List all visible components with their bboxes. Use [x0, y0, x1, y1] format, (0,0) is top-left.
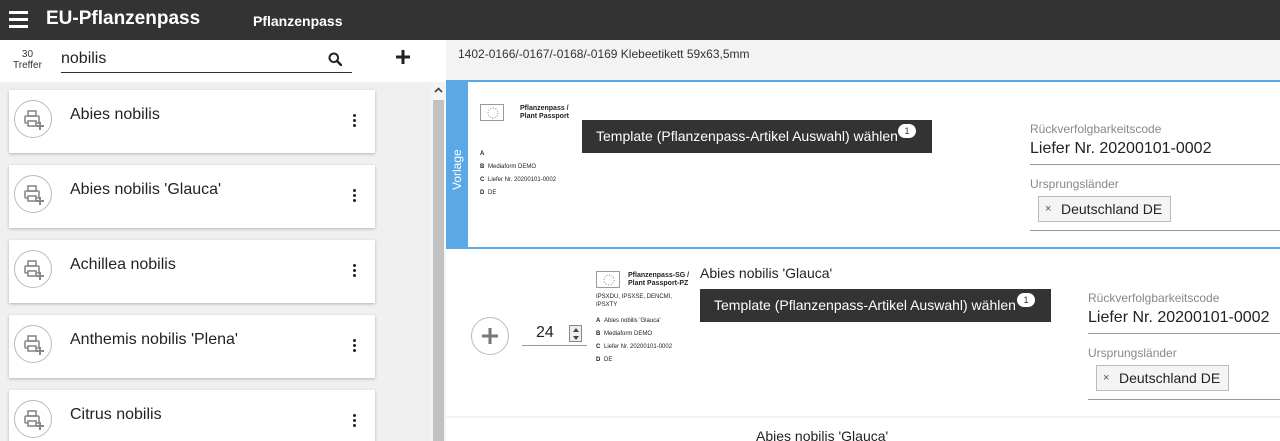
result-list: Abies nobilis Abies nobilis 'Glauca' Ach…: [0, 82, 431, 441]
origin-countries-label: Ursprungsländer: [1030, 177, 1119, 191]
print-add-icon: [24, 185, 44, 205]
page-title: Pflanzenpass: [253, 13, 343, 29]
label-preview-title: Pflanzenpass / Plant Passport: [520, 105, 569, 121]
list-item-name: Anthemis nobilis 'Plena': [70, 331, 238, 348]
more-options-icon[interactable]: [349, 414, 359, 430]
country-chip-label: Deutschland DE: [1119, 370, 1221, 386]
list-item[interactable]: Abies nobilis: [9, 90, 375, 153]
country-chip: × Deutschland DE: [1038, 196, 1172, 222]
label-preview-title: Pflanzenpass-SG / Plant Passport-PZ: [628, 272, 689, 288]
origin-countries-field[interactable]: × Deutschland DE: [1088, 361, 1280, 400]
print-add-button[interactable]: [14, 175, 52, 213]
label-preview-row: B Mediaform DEMO: [596, 331, 653, 337]
label-preview-title-line2: Plant Passport-PZ: [628, 280, 689, 287]
quantity-field: [522, 323, 587, 346]
label-preview-title-line1: Pflanzenpass-SG /: [628, 272, 690, 279]
quantity-input[interactable]: [536, 324, 566, 342]
more-options-icon[interactable]: [349, 114, 359, 130]
list-item-name: Abies nobilis 'Glauca': [70, 181, 222, 198]
trace-code-field[interactable]: Liefer Nr. 20200101-0002: [1088, 309, 1280, 334]
origin-countries-field[interactable]: × Deutschland DE: [1030, 192, 1280, 231]
list-item-name: Citrus nobilis: [70, 406, 162, 423]
country-chip-label: Deutschland DE: [1061, 201, 1163, 217]
print-add-icon: [24, 410, 44, 430]
article-name: Abies nobilis 'Glauca': [700, 265, 833, 281]
scroll-up-icon[interactable]: [434, 87, 443, 93]
print-add-button[interactable]: [14, 400, 52, 438]
template-count-badge: 1: [1017, 293, 1035, 307]
search-icon[interactable]: [328, 52, 342, 66]
more-options-icon[interactable]: [349, 339, 359, 355]
more-options-icon[interactable]: [349, 189, 359, 205]
label-preview-title-line2: Plant Passport: [520, 113, 570, 120]
list-item-name: Abies nobilis: [70, 106, 160, 123]
eu-flag-icon: [480, 104, 504, 121]
add-item-button[interactable]: [471, 317, 509, 355]
list-item[interactable]: Anthemis nobilis 'Plena': [9, 315, 375, 378]
label-preview-codes: IPSXDU, IPSXSE, DENCMI,: [596, 294, 673, 300]
select-template-label: Template (Pflanzenpass-Artikel Auswahl) …: [596, 128, 898, 144]
menu-icon[interactable]: [9, 11, 28, 28]
item-panel: Abies nobilis 'Glauca': [446, 418, 1280, 441]
label-preview-row: A: [480, 151, 485, 157]
search-field: [61, 48, 352, 73]
template-tab-label: Vorlage: [450, 149, 464, 190]
hit-count-number: 30: [21, 49, 34, 60]
label-preview-row: C Liefer Nr. 20200101-0002: [596, 344, 673, 350]
label-preview-row: D DE: [480, 190, 497, 196]
scrollbar[interactable]: [431, 82, 446, 441]
label-preview-codes: IPSXTY: [596, 302, 618, 308]
print-add-icon: [24, 260, 44, 280]
remove-chip-icon[interactable]: ×: [1045, 197, 1051, 221]
select-template-button[interactable]: Template (Pflanzenpass-Artikel Auswahl) …: [700, 289, 1051, 322]
list-item[interactable]: Achillea nobilis: [9, 240, 375, 303]
editor-pane: 1402-0166/-0167/-0168/-0169 Klebeetikett…: [446, 40, 1280, 441]
country-chip: × Deutschland DE: [1096, 365, 1230, 391]
template-count-badge: 1: [898, 124, 916, 138]
select-template-label: Template (Pflanzenpass-Artikel Auswahl) …: [714, 297, 1016, 313]
hit-count: 30 Treffer: [13, 49, 42, 71]
plus-icon: [482, 328, 498, 344]
print-add-icon: [24, 335, 44, 355]
list-item-name: Achillea nobilis: [70, 256, 176, 273]
search-pane: 30 Treffer Abies nobilis Abies nobilis '…: [0, 40, 446, 441]
label-preview-row: A Abies nobilis 'Glauca': [596, 318, 661, 324]
list-item[interactable]: Abies nobilis 'Glauca': [9, 165, 375, 228]
label-preview: Pflanzenpass-SG / Plant Passport-PZ IPSX…: [594, 269, 690, 373]
article-name: Abies nobilis 'Glauca': [756, 428, 889, 441]
app-title: EU-Pflanzenpass: [46, 8, 201, 29]
search-input[interactable]: [61, 48, 316, 70]
label-preview-row: B Mediaform DEMO: [480, 164, 537, 170]
quantity-stepper[interactable]: [569, 325, 582, 342]
label-preview: Pflanzenpass / Plant Passport A B Mediafo…: [478, 102, 574, 206]
scrollbar-thumb[interactable]: [433, 100, 444, 441]
print-add-button[interactable]: [14, 100, 52, 138]
remove-chip-icon[interactable]: ×: [1103, 366, 1109, 390]
trace-code-field[interactable]: Liefer Nr. 20200101-0002: [1030, 140, 1280, 165]
template-tab: Vorlage: [446, 82, 468, 247]
hit-count-label: Treffer: [13, 60, 42, 71]
select-template-button[interactable]: Template (Pflanzenpass-Artikel Auswahl) …: [582, 120, 932, 153]
origin-countries-label: Ursprungsländer: [1088, 346, 1177, 360]
print-add-icon: [24, 110, 44, 130]
more-options-icon[interactable]: [349, 264, 359, 280]
trace-code-label: Rückverfolgbarkeitscode: [1088, 291, 1220, 305]
label-preview-title-line1: Pflanzenpass /: [520, 105, 569, 112]
list-item[interactable]: Citrus nobilis: [9, 390, 375, 441]
trace-code-label: Rückverfolgbarkeitscode: [1030, 122, 1162, 136]
eu-flag-icon: [596, 271, 620, 288]
template-panel: Vorlage Pflanzenpass / Plant Passport A …: [446, 80, 1280, 249]
label-preview-row: C Liefer Nr. 20200101-0002: [480, 177, 557, 183]
product-title: 1402-0166/-0167/-0168/-0169 Klebeetikett…: [458, 47, 750, 61]
print-add-button[interactable]: [14, 325, 52, 363]
top-bar: EU-Pflanzenpass Pflanzenpass: [0, 0, 1280, 40]
print-add-button[interactable]: [14, 250, 52, 288]
label-preview-row: D DE: [596, 357, 613, 363]
add-icon[interactable]: [396, 50, 410, 64]
item-panel: Pflanzenpass-SG / Plant Passport-PZ IPSX…: [446, 249, 1280, 416]
